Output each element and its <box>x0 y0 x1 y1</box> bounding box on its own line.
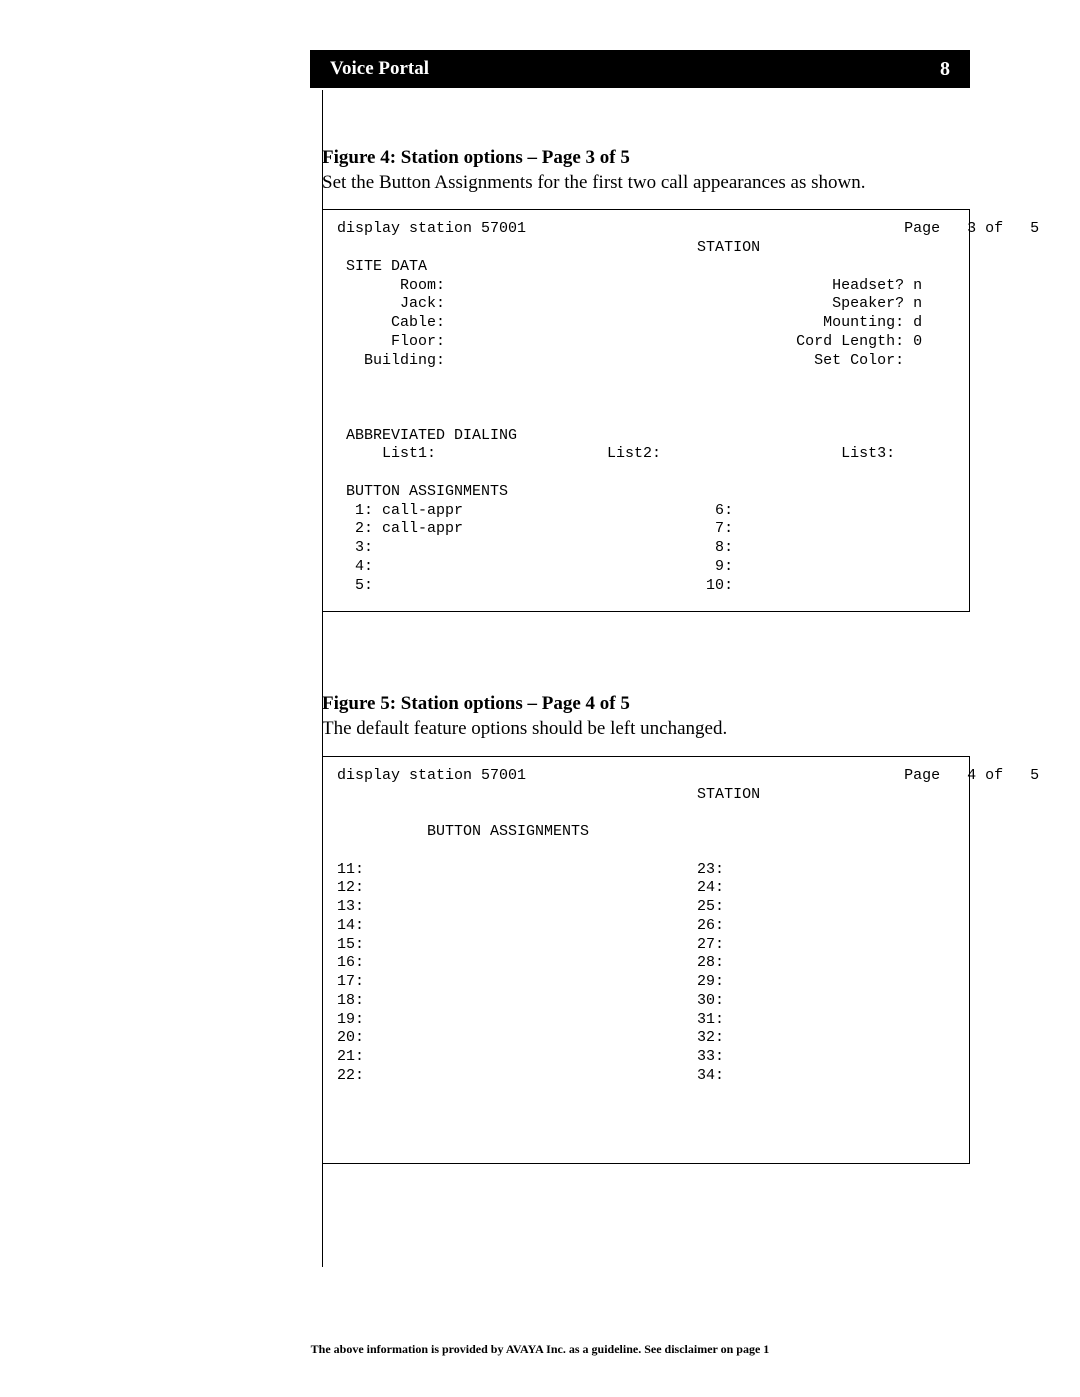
page-container: Voice Portal 8 Figure 4: Station options… <box>0 0 1080 1397</box>
header-page-number: 8 <box>940 58 950 81</box>
figure4-terminal: display station 57001 Page 3 of 5 STATIO… <box>322 209 970 612</box>
vertical-rule <box>322 90 323 1267</box>
figure5-block: Figure 5: Station options – Page 4 of 5 … <box>322 692 970 1163</box>
header-bar: Voice Portal 8 <box>310 50 970 88</box>
figure4-block: Figure 4: Station options – Page 3 of 5 … <box>322 146 970 612</box>
figure4-caption: Figure 4: Station options – Page 3 of 5 <box>322 146 970 171</box>
figure5-caption: Figure 5: Station options – Page 4 of 5 <box>322 692 970 717</box>
footer-disclaimer: The above information is provided by AVA… <box>0 1342 1080 1357</box>
figure5-terminal: display station 57001 Page 4 of 5 STATIO… <box>322 756 970 1164</box>
header-title: Voice Portal <box>330 58 429 80</box>
figure5-description: The default feature options should be le… <box>322 717 970 742</box>
content-area: Figure 4: Station options – Page 3 of 5 … <box>322 146 970 1164</box>
spacer <box>322 652 970 692</box>
figure4-description: Set the Button Assignments for the first… <box>322 171 970 196</box>
